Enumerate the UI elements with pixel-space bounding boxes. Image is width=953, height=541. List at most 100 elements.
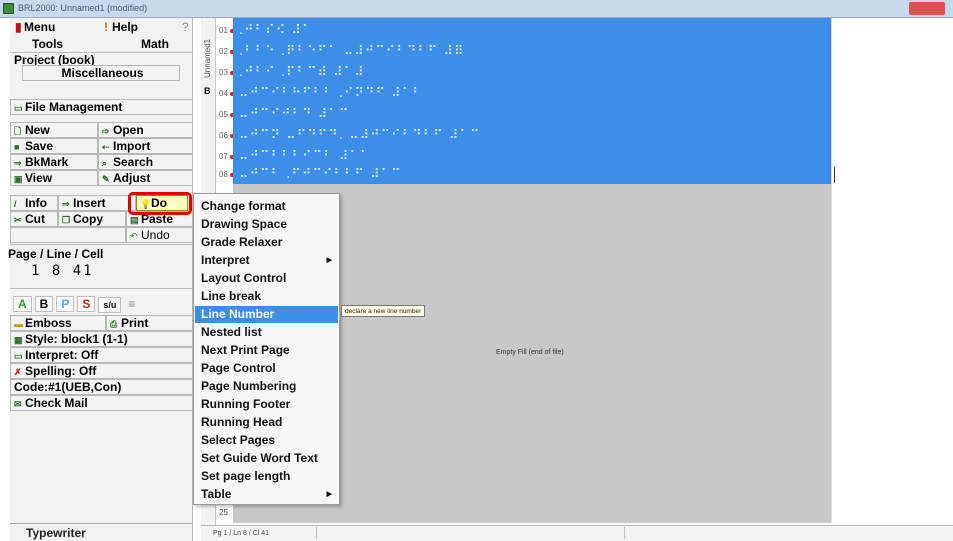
position-values: 1 8 41 (31, 263, 94, 279)
menu-item-next-print-page[interactable]: Next Print Page (195, 342, 338, 359)
line-number: 03 (219, 68, 234, 77)
menu-item-running-footer[interactable]: Running Footer (195, 396, 338, 413)
tool-panel: ▮ Menu ! Help ? Tools Math Project (book… (10, 18, 193, 541)
document-tab[interactable]: Unnamed1 (203, 22, 214, 78)
braille-line[interactable]: .⠃⠃⠑ .⠟⠃⠑⠋⠁ ⠤⠼⠚⠉⠊⠃⠙⠃⠋ ⠼⠿ (239, 44, 465, 60)
help-question-icon[interactable]: ? (182, 20, 189, 34)
undo-icon: ↶ (130, 231, 138, 241)
mode-fraction-button[interactable]: s/u (98, 297, 122, 313)
bookmark-icon: ⇒ (14, 158, 22, 168)
divider (10, 288, 193, 289)
typewriter-label[interactable]: Typewriter (26, 526, 86, 540)
braille-line[interactable]: ⠤⠚⠉⠊⠃⠓⠋⠃⠃ .⠊⠝⠙⠋ ⠼⠁⠃ (239, 86, 423, 102)
view-label: View (25, 171, 53, 185)
check-mail-label: Check Mail (25, 396, 88, 410)
menu-item-grade-relaxer[interactable]: Grade Relaxer (195, 234, 338, 251)
import-label: Import (113, 139, 151, 153)
menu-label: Menu (24, 20, 56, 34)
menu-tab[interactable]: ▮ Menu (10, 18, 103, 36)
divider (10, 523, 193, 524)
menu-item-set-page-length[interactable]: Set page length (195, 468, 338, 485)
info-icon: / (14, 199, 17, 209)
view-button[interactable]: ▣ View (10, 170, 98, 186)
menu-item-line-break[interactable]: Line break (195, 288, 338, 305)
mode-p-button[interactable]: P (56, 296, 75, 312)
menu-item-set-guide-word-text[interactable]: Set Guide Word Text (195, 450, 338, 467)
miscellaneous-button[interactable]: Miscellaneous (22, 65, 180, 81)
paste-icon: ▤ (130, 215, 139, 225)
check-mail-button[interactable]: ✉ Check Mail (10, 395, 193, 411)
line-number: 05 (219, 110, 234, 119)
braille-line[interactable]: ⠤⠚⠉⠝ ⠤⠋⠙⠋⠙. ⠤⠼⠚⠉⠊⠃⠙⠃⠋ ⠼⠁⠉ (239, 128, 480, 144)
tab-tools[interactable]: Tools (32, 37, 63, 51)
title-bar: BRL2000: Unnamed1 (modified) (0, 0, 953, 18)
copy-label: Copy (73, 212, 103, 226)
menu-item-interpret[interactable]: Interpret ▶ (195, 252, 338, 269)
menu-item-change-format[interactable]: Change format (195, 198, 338, 215)
braille-line[interactable]: .⠚⠃⠎⠪ ⠼⠁ (239, 23, 312, 39)
adjust-button[interactable]: ✎ Adjust (98, 170, 193, 186)
adjust-icon: ✎ (102, 174, 110, 184)
insert-button[interactable]: ⇒ Insert (58, 195, 136, 211)
miscellaneous-label: Miscellaneous (61, 66, 144, 80)
braille-line[interactable]: .⠚⠃⠊ .⠏⠃⠉⠾ ⠼⠁⠼ (239, 65, 365, 81)
copy-button[interactable]: ❐ Copy (58, 211, 126, 227)
code-label: Code:#1(UEB,Con) (14, 380, 122, 394)
tab-math[interactable]: Math (141, 37, 169, 51)
bookmark-label: BkMark (25, 155, 69, 169)
braille-selection[interactable]: .⠚⠃⠎⠪ ⠼⠁ .⠃⠃⠑ .⠟⠃⠑⠋⠁ ⠤⠼⠚⠉⠊⠃⠙⠃⠋ ⠼⠿ .⠚⠃⠊ .… (233, 18, 831, 184)
search-icon: ⌕ (102, 158, 108, 168)
scissors-icon: ✂ (14, 215, 22, 225)
menu-item-select-pages[interactable]: Select Pages (195, 432, 338, 449)
emboss-label: Emboss (25, 316, 72, 330)
menu-item-page-numbering[interactable]: Page Numbering (195, 378, 338, 395)
search-button[interactable]: ⌕ Search (98, 154, 193, 170)
mode-b-button[interactable]: B (34, 296, 54, 312)
view-icon: ▣ (14, 174, 23, 184)
bookmark-button[interactable]: ⇒ BkMark (10, 154, 98, 170)
print-preview-pane (831, 18, 953, 523)
window-close-button[interactable] (909, 2, 945, 15)
line-number: 01 (219, 26, 234, 35)
spelling-label: Spelling: Off (25, 364, 97, 378)
do-button-highlight (128, 192, 192, 215)
braille-line[interactable]: ⠤⠚⠉⠃⠃⠃⠊⠉⠃ ⠼⠁⠁ (239, 149, 370, 165)
mode-s-button[interactable]: S (77, 296, 96, 312)
undo-label: Undo (141, 228, 170, 242)
menu-item-line-number[interactable]: Line Number (195, 306, 338, 323)
menu-item-page-control[interactable]: Page Control (195, 360, 338, 377)
file-management-button[interactable]: ▭ File Management (10, 99, 193, 115)
emboss-button[interactable]: ▬ Emboss (10, 315, 106, 331)
braille-line[interactable]: ⠤⠚⠉⠃ .⠋⠚⠉⠊⠃⠃⠋ ⠼⠁⠉ (239, 167, 402, 183)
style-button[interactable]: ▦ Style: block1 (1-1) (10, 331, 193, 347)
mail-icon: ✉ (14, 399, 22, 409)
new-button[interactable]: 🗋 New (10, 122, 98, 138)
save-button[interactable]: ■ Save (10, 138, 98, 154)
menu-item-layout-control[interactable]: Layout Control (195, 270, 338, 287)
empty-fill-label: Empty Fill (end of file) (496, 349, 564, 356)
insert-icon: ⇒ (62, 199, 70, 209)
import-button[interactable]: ⇠ Import (98, 138, 193, 154)
mode-a-button[interactable]: A (13, 296, 32, 312)
spelling-button[interactable]: ✗ Spelling: Off (10, 363, 193, 379)
menu-item-drawing-space[interactable]: Drawing Space (195, 216, 338, 233)
print-button[interactable]: ⎙ Print (106, 315, 193, 331)
interpret-icon: ▭ (14, 351, 23, 361)
line-number: 06 (219, 131, 234, 140)
mode-menu-icon[interactable]: ≡ (124, 297, 139, 313)
interpret-button[interactable]: ▭ Interpret: Off (10, 347, 193, 363)
tooltip: declare a new line number (341, 305, 426, 317)
bookmark-marker: B (204, 86, 211, 96)
open-button[interactable]: ➩ Open (98, 122, 193, 138)
undo-button[interactable]: ↶ Undo (126, 227, 193, 243)
menu-item-nested-list[interactable]: Nested list (195, 324, 338, 341)
divider (316, 527, 317, 539)
braille-line[interactable]: ⠤⠚⠉⠊⠚⠃⠙ ⠼⠁⠉ (239, 107, 349, 123)
code-button[interactable]: Code:#1(UEB,Con) (10, 379, 193, 395)
menu-item-running-head[interactable]: Running Head (195, 414, 338, 431)
interpret-label: Interpret: Off (25, 348, 99, 362)
info-button[interactable]: / Info (10, 195, 58, 211)
menu-item-table[interactable]: Table ▶ (195, 486, 338, 503)
cut-button[interactable]: ✂ Cut (10, 211, 58, 227)
help-tab[interactable]: ! Help ? (104, 18, 193, 36)
